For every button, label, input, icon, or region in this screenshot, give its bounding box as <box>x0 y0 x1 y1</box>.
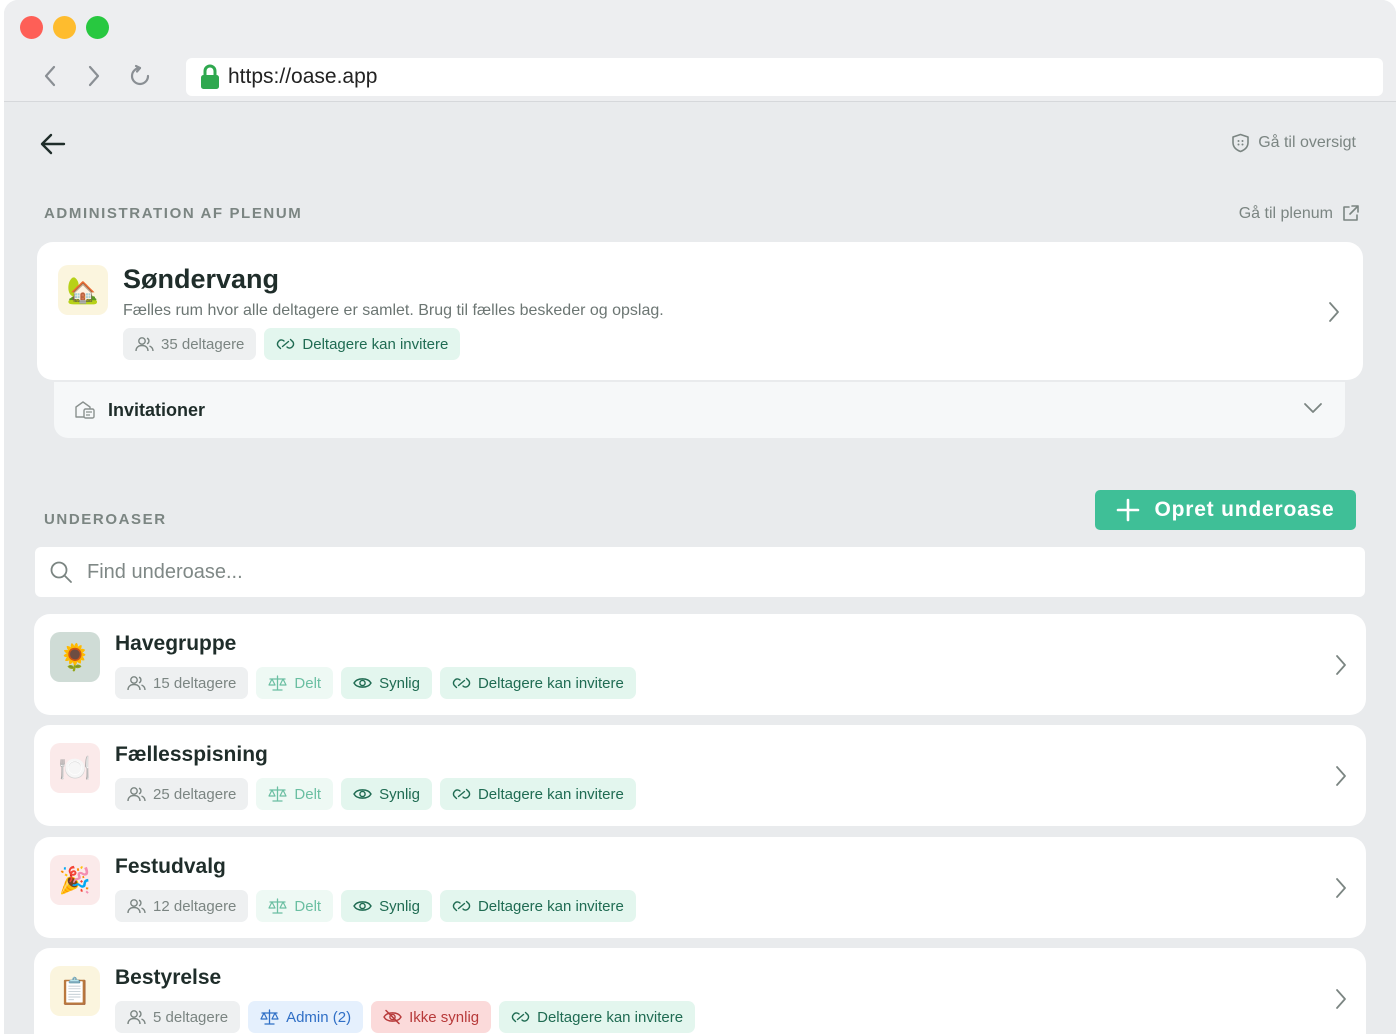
subgroup-tags: 15 deltagere Delt Synlig Deltagere kan i… <box>115 667 636 699</box>
search-icon <box>50 561 72 583</box>
visible-tag: Synlig <box>341 778 432 810</box>
lock-icon <box>201 64 219 89</box>
members-tag: 12 deltagere <box>115 890 249 922</box>
plenum-description: Fælles rum hvor alle deltagere er samlet… <box>123 302 664 319</box>
house-icon: 🏡 <box>58 265 108 315</box>
members-tag: 25 deltagere <box>115 778 249 810</box>
subgroup-card-festudvalg[interactable]: 🎉 Festudvalg 12 deltagere Delt Synlig De… <box>34 837 1366 938</box>
can-invite-tag: Deltagere kan invitere <box>439 667 636 699</box>
arrow-left-icon[interactable] <box>38 131 68 157</box>
scale-icon <box>268 675 288 691</box>
create-subgroup-button[interactable]: Opret underoase <box>1095 490 1356 530</box>
chevron-right-icon <box>1336 655 1346 675</box>
external-link-icon <box>1343 205 1359 221</box>
visible-tag: Synlig <box>341 890 432 922</box>
admin-tag: Admin (2) <box>248 1001 364 1033</box>
scale-icon <box>268 786 288 802</box>
link-icon <box>452 788 471 800</box>
invitation-icon <box>75 401 95 419</box>
plenum-card[interactable]: 🏡 Søndervang Fælles rum hvor alle deltag… <box>37 242 1363 380</box>
go-to-overview-link[interactable]: Gå til oversigt <box>1231 133 1356 153</box>
browser-forward-button[interactable] <box>80 62 108 90</box>
go-to-plenum-link[interactable]: Gå til plenum <box>1239 204 1360 223</box>
link-icon <box>511 1011 530 1023</box>
subgroup-title: Havegruppe <box>115 632 237 655</box>
eye-off-icon <box>383 1009 402 1025</box>
party-popper-icon: 🎉 <box>50 855 100 905</box>
chevron-right-icon <box>1336 766 1346 786</box>
visible-tag: Synlig <box>341 667 432 699</box>
shared-tag: Delt <box>256 890 334 922</box>
subgroup-tags: 5 deltagere Admin (2) Ikke synlig Deltag… <box>115 1001 696 1033</box>
users-icon <box>127 676 146 691</box>
users-icon <box>135 337 154 352</box>
browser-reload-button[interactable] <box>126 62 154 90</box>
subgroup-tags: 12 deltagere Delt Synlig Deltagere kan i… <box>115 890 636 922</box>
subgroup-card-bestyrelse[interactable]: 📋 Bestyrelse 5 deltagere Admin (2) Ikke … <box>34 948 1366 1034</box>
browser-window: https://oase.app Gå til oversigt ADMINIS… <box>4 0 1396 1034</box>
invitations-label: Invitationer <box>108 399 206 420</box>
chevron-right-icon <box>88 65 100 87</box>
address-bar[interactable]: https://oase.app <box>186 58 1383 96</box>
members-tag: 15 deltagere <box>115 667 249 699</box>
page-content: Gå til oversigt ADMINISTRATION AF PLENUM… <box>4 103 1396 1034</box>
scale-icon <box>260 1009 279 1025</box>
can-invite-tag: Deltagere kan invitere <box>439 890 636 922</box>
eye-icon <box>353 789 372 799</box>
plenum-tags: 35 deltagere Deltagere kan invitere <box>123 328 461 360</box>
chevron-left-icon <box>44 65 56 87</box>
plenum-title: Søndervang <box>123 264 280 294</box>
users-icon <box>127 787 146 802</box>
can-invite-tag: Deltagere kan invitere <box>499 1001 696 1033</box>
chevron-right-icon <box>1336 989 1346 1009</box>
members-tag: 35 deltagere <box>123 328 257 360</box>
subgroup-card-faellesspisning[interactable]: 🍽️ Fællesspisning 25 deltagere Delt Synl… <box>34 725 1366 826</box>
shared-tag: Delt <box>256 667 334 699</box>
search-bar <box>35 547 1365 597</box>
can-invite-tag: Deltagere kan invitere <box>439 778 636 810</box>
go-to-overview-label: Gå til oversigt <box>1258 134 1356 151</box>
clipboard-icon: 📋 <box>50 966 100 1016</box>
hidden-tag: Ikke synlig <box>371 1001 492 1033</box>
chevron-down-icon <box>1304 403 1322 413</box>
can-invite-tag: Deltagere kan invitere <box>264 328 461 360</box>
link-icon <box>452 900 471 912</box>
sunflower-icon: 🌻 <box>50 632 100 682</box>
plate-icon: 🍽️ <box>50 743 100 793</box>
users-icon <box>127 899 146 914</box>
users-icon <box>127 1010 146 1025</box>
plus-icon <box>1117 498 1140 522</box>
chevron-right-icon <box>1336 878 1346 898</box>
go-to-plenum-label: Gå til plenum <box>1238 204 1333 222</box>
browser-back-button[interactable] <box>36 62 64 90</box>
search-input[interactable] <box>87 560 1287 584</box>
link-icon <box>452 677 471 689</box>
close-window-button[interactable] <box>20 16 43 39</box>
plenum-section-label: ADMINISTRATION AF PLENUM <box>44 205 303 222</box>
eye-icon <box>353 678 372 688</box>
maximize-window-button[interactable] <box>86 16 109 39</box>
subgroup-title: Fællesspisning <box>115 743 268 766</box>
subgroup-card-havegruppe[interactable]: 🌻 Havegruppe 15 deltagere Delt Synlig De… <box>34 614 1366 715</box>
browser-chrome: https://oase.app <box>4 0 1396 102</box>
scale-icon <box>268 898 288 914</box>
chevron-right-icon <box>1329 302 1339 322</box>
minimize-window-button[interactable] <box>53 16 76 39</box>
subgroup-title: Bestyrelse <box>115 966 222 989</box>
eye-icon <box>353 901 372 911</box>
members-tag: 5 deltagere <box>115 1001 241 1033</box>
shield-icon <box>1232 133 1249 153</box>
invitations-accordion[interactable]: Invitationer <box>54 382 1345 438</box>
subgroup-tags: 25 deltagere Delt Synlig Deltagere kan i… <box>115 778 636 810</box>
shared-tag: Delt <box>256 778 334 810</box>
reload-icon <box>130 64 150 86</box>
subgroup-title: Festudvalg <box>115 855 226 878</box>
subgroups-section-label: UNDEROASER <box>44 511 167 528</box>
link-icon <box>277 338 295 350</box>
url-text: https://oase.app <box>228 65 378 88</box>
